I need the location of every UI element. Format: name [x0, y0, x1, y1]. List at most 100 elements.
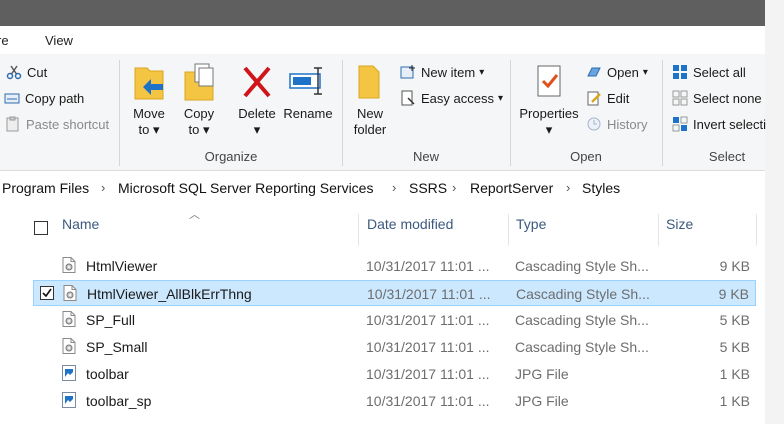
new-folder-button[interactable]: New folder: [348, 62, 392, 138]
breadcrumb-styles[interactable]: Styles: [582, 180, 620, 196]
new-folder-label-line1: New: [356, 106, 383, 121]
open-label: Open: [607, 64, 639, 80]
tab-view[interactable]: View: [45, 33, 73, 48]
properties-label: Properties: [519, 106, 579, 121]
select-all-label: Select all: [693, 64, 746, 80]
file-type: Cascading Style Sh...: [515, 312, 649, 328]
chevron-right-icon[interactable]: ›: [392, 180, 396, 195]
dropdown-arrow-icon: ▾: [642, 66, 648, 78]
dropdown-arrow-icon: ▾: [253, 122, 261, 137]
file-date-modified: 10/31/2017 11:01 ...: [367, 286, 491, 302]
breadcrumb-reportserver[interactable]: ReportServer: [470, 180, 553, 196]
copy-path-label: Copy path: [25, 90, 85, 106]
dropdown-arrow-icon: ▾: [152, 122, 160, 137]
scissors-icon: [6, 64, 22, 80]
chevron-right-icon[interactable]: ›: [452, 180, 456, 195]
delete-button[interactable]: Delete ▾: [234, 62, 280, 138]
edit-pencil-icon: [586, 90, 602, 106]
open-icon: [586, 64, 602, 80]
window-title-bar: [0, 0, 765, 26]
edit-button[interactable]: Edit: [586, 90, 629, 106]
jpg-file-icon: [61, 364, 77, 382]
ribbon-tabs: re View: [0, 26, 765, 54]
column-header-name[interactable]: Name: [62, 216, 99, 240]
history-clock-icon: [586, 116, 602, 132]
address-bar[interactable]: Program Files › Microsoft SQL Server Rep…: [0, 176, 765, 202]
select-none-button[interactable]: Select none: [672, 90, 762, 106]
copy-path-button[interactable]: Copy path: [4, 90, 84, 106]
easy-access-label: Easy access: [421, 90, 494, 106]
easy-access-button[interactable]: Easy access ▾: [400, 90, 503, 106]
paste-shortcut-icon: [5, 116, 21, 132]
breadcrumb-reporting-services[interactable]: Microsoft SQL Server Reporting Services: [118, 180, 373, 196]
open-button[interactable]: Open ▾: [586, 64, 648, 80]
copy-to-icon: [184, 63, 214, 101]
column-divider[interactable]: [358, 214, 359, 246]
properties-button[interactable]: Properties ▾: [516, 62, 582, 138]
select-group-label: Select: [708, 149, 746, 164]
column-header-date-modified[interactable]: Date modified: [367, 216, 453, 240]
css-file-icon: [61, 310, 77, 328]
row-checkbox-checked[interactable]: [40, 286, 54, 300]
select-all-button[interactable]: Select all: [672, 64, 746, 80]
chevron-right-icon[interactable]: ›: [566, 180, 570, 195]
css-file-icon: [61, 256, 77, 274]
file-type: Cascading Style Sh...: [516, 286, 650, 302]
right-edge-strip: [765, 0, 784, 424]
file-date-modified: 10/31/2017 11:01 ...: [366, 258, 490, 274]
file-date-modified: 10/31/2017 11:01 ...: [366, 312, 490, 328]
file-row[interactable]: HtmlViewer 10/31/2017 11:01 ... Cascading …: [33, 253, 756, 279]
rename-label: Rename: [283, 106, 333, 121]
dropdown-arrow-icon: ▾: [545, 122, 553, 137]
file-row[interactable]: SP_Full 10/31/2017 11:01 ... Cascading Sty…: [33, 307, 756, 333]
file-date-modified: 10/31/2017 11:01 ...: [366, 366, 490, 382]
history-button[interactable]: History: [586, 116, 647, 132]
column-divider[interactable]: [508, 214, 509, 246]
file-name: toolbar: [86, 366, 129, 382]
rename-icon: [289, 67, 322, 95]
delete-label: Delete: [238, 106, 276, 121]
ribbon: Cut Copy path Paste shortcut Move to ▾ C…: [0, 54, 766, 171]
move-to-button[interactable]: Move to ▾: [128, 62, 170, 138]
breadcrumb-ssrs[interactable]: SSRS: [409, 180, 447, 196]
file-name: SP_Full: [86, 312, 136, 328]
breadcrumb-program-files[interactable]: Program Files: [2, 180, 89, 196]
dropdown-arrow-icon: ▾: [497, 92, 504, 104]
paste-shortcut-label: Paste shortcut: [26, 116, 110, 132]
file-type: Cascading Style Sh...: [515, 339, 649, 355]
file-size: 5 KB: [719, 312, 750, 328]
new-folder-icon: [358, 65, 380, 99]
file-row[interactable]: SP_Small 10/31/2017 11:01 ... Cascading St…: [33, 334, 756, 360]
dropdown-arrow-icon: ▾: [479, 66, 485, 78]
file-size: 1 KB: [719, 393, 750, 409]
column-header-type[interactable]: Type: [516, 216, 546, 240]
dropdown-arrow-icon: ▾: [202, 122, 210, 137]
select-all-checkbox[interactable]: [34, 221, 48, 235]
file-row[interactable]: toolbar 10/31/2017 11:01 ... JPG File 1 KB: [33, 361, 756, 387]
column-header-size[interactable]: Size: [666, 216, 693, 240]
move-to-icon: [134, 67, 164, 100]
file-name: HtmlViewer: [86, 258, 158, 274]
copy-to-button[interactable]: Copy to ▾: [178, 62, 220, 138]
select-all-icon: [672, 64, 688, 80]
column-divider[interactable]: [756, 214, 757, 246]
jpg-file-icon: [61, 391, 77, 409]
select-none-icon: [672, 90, 688, 106]
file-row[interactable]: toolbar_sp 10/31/2017 11:01 ... JPG File 1 …: [33, 388, 756, 414]
file-size: 9 KB: [719, 258, 750, 274]
invert-selection-button[interactable]: Invert selecti: [672, 116, 766, 132]
copy-to-label-line1: Copy: [183, 106, 215, 121]
file-row[interactable]: HtmlViewer_AllBlkErrThng 10/31/2017 11:01…: [33, 280, 756, 306]
css-file-icon: [61, 337, 77, 355]
move-to-label-line2: to ▾: [138, 122, 160, 137]
new-item-button[interactable]: New item ▾: [400, 64, 484, 80]
file-date-modified: 10/31/2017 11:01 ...: [366, 393, 490, 409]
chevron-right-icon[interactable]: ›: [101, 180, 105, 195]
column-divider[interactable]: [658, 214, 659, 246]
rename-button[interactable]: Rename: [282, 62, 334, 122]
paste-shortcut-button[interactable]: Paste shortcut: [5, 116, 109, 132]
cut-button[interactable]: Cut: [6, 64, 47, 80]
tab-share[interactable]: re: [0, 33, 9, 48]
sort-ascending-icon[interactable]: ︿: [189, 206, 200, 222]
file-type: JPG File: [515, 366, 569, 382]
